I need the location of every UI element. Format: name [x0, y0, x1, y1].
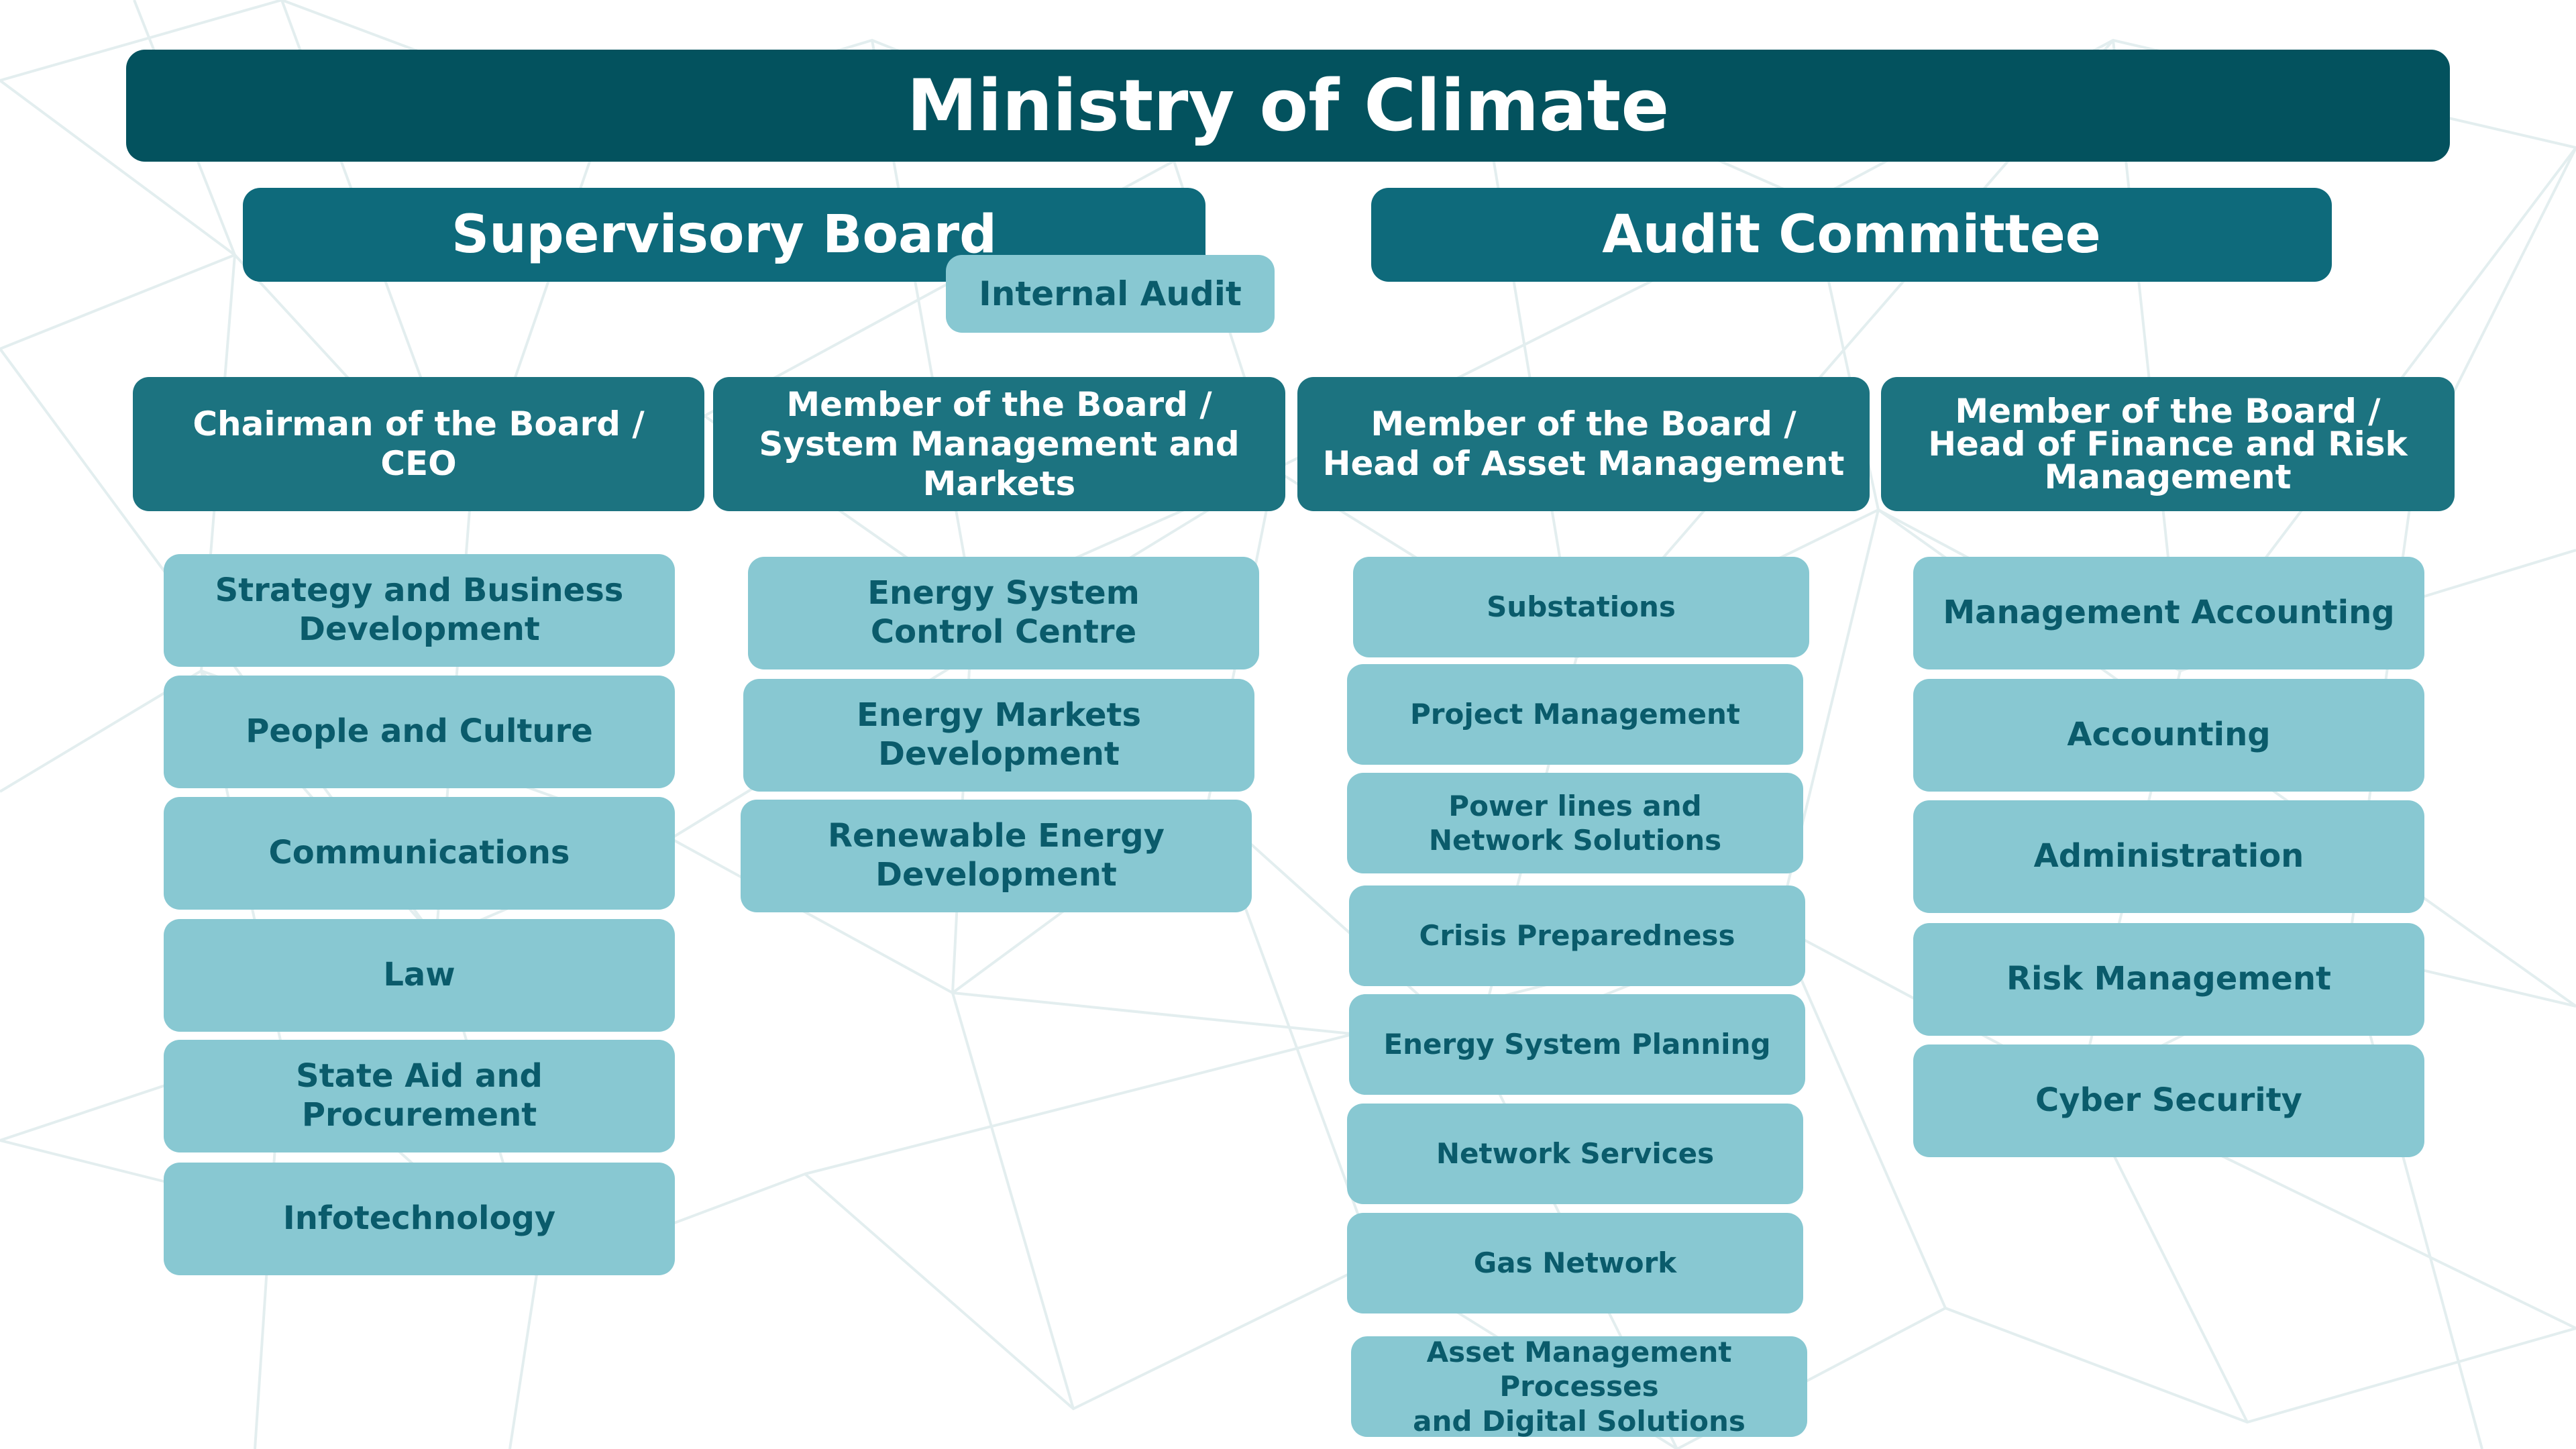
dept-cyber-security: Cyber Security: [1913, 1044, 2424, 1157]
dept-risk-management: Risk Management: [1913, 923, 2424, 1036]
dept-administration: Administration: [1913, 800, 2424, 913]
dept-law: Law: [164, 919, 675, 1032]
audit-committee-node: Audit Committee: [1371, 188, 2332, 282]
ministry-title: Ministry of Climate: [126, 50, 2450, 162]
dept-management-accounting: Management Accounting: [1913, 557, 2424, 669]
dept-power-lines-network-solutions: Power lines and Network Solutions: [1347, 773, 1803, 873]
dept-accounting: Accounting: [1913, 679, 2424, 792]
dept-gas-network: Gas Network: [1347, 1213, 1803, 1313]
dept-renewable-energy-development: Renewable Energy Development: [741, 800, 1252, 912]
executive-ceo-node: Chairman of the Board / CEO: [133, 377, 704, 511]
dept-infotechnology: Infotechnology: [164, 1163, 675, 1275]
dept-people-culture: People and Culture: [164, 676, 675, 788]
dept-project-management: Project Management: [1347, 664, 1803, 765]
executive-system-markets-node: Member of the Board / System Management …: [713, 377, 1285, 511]
dept-state-aid-procurement: State Aid and Procurement: [164, 1040, 675, 1152]
dept-communications: Communications: [164, 797, 675, 910]
dept-asset-management-processes-digital-solutions: Asset Management Processes and Digital S…: [1351, 1336, 1807, 1438]
dept-crisis-preparedness: Crisis Preparedness: [1349, 885, 1805, 986]
dept-strategy-business-development: Strategy and Business Development: [164, 554, 675, 667]
executive-asset-management-node: Member of the Board / Head of Asset Mana…: [1297, 377, 1870, 511]
internal-audit-node: Internal Audit: [946, 255, 1275, 333]
dept-network-services: Network Services: [1347, 1104, 1803, 1204]
executive-finance-risk-node: Member of the Board / Head of Finance an…: [1881, 377, 2455, 511]
dept-energy-markets-development: Energy Markets Development: [743, 679, 1254, 792]
dept-substations: Substations: [1353, 557, 1809, 657]
dept-energy-system-planning: Energy System Planning: [1349, 994, 1805, 1095]
dept-energy-system-control-centre: Energy System Control Centre: [748, 557, 1259, 669]
